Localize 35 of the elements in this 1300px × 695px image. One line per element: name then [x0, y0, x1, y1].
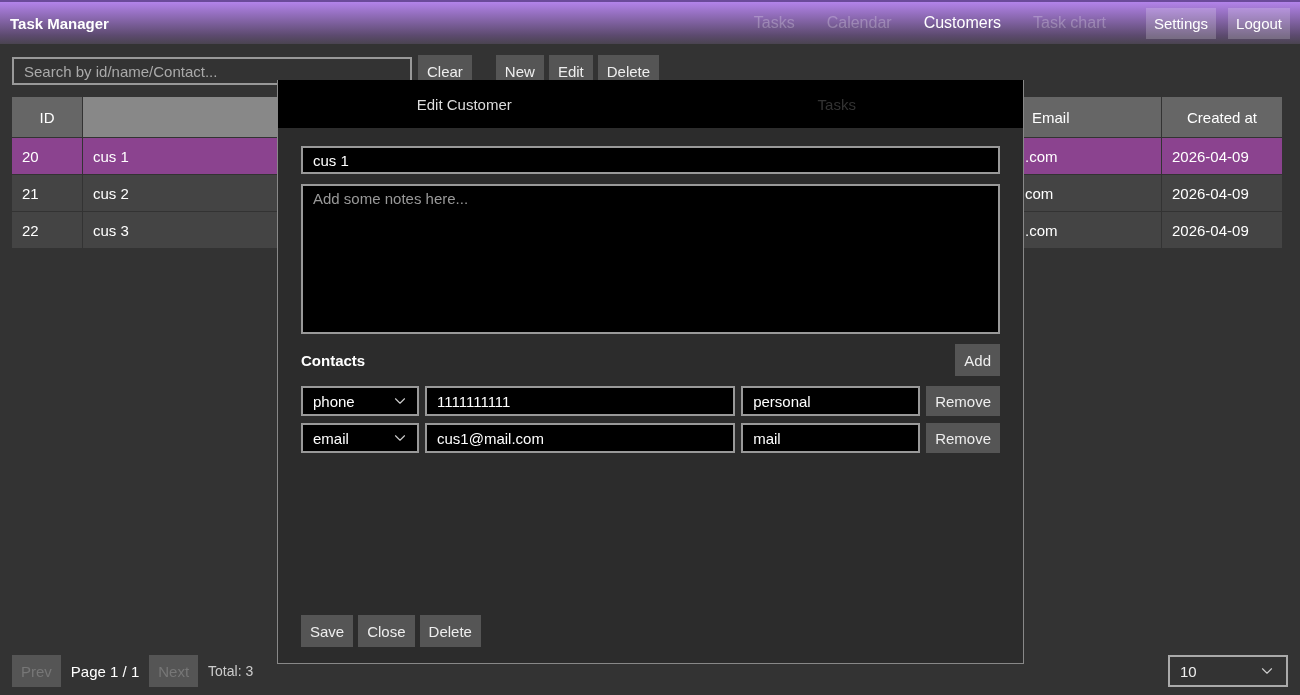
remove-button[interactable]: Remove	[926, 386, 1000, 416]
app-title: Task Manager	[10, 14, 109, 32]
total-count: Total: 3	[208, 663, 254, 679]
dialog-button[interactable]: Close	[358, 615, 415, 647]
contact-value-field[interactable]: 1111111111	[425, 386, 736, 416]
dialog-button[interactable]: Save	[301, 615, 354, 647]
add-button[interactable]: Add	[955, 344, 1000, 376]
remove-button[interactable]: Remove	[926, 423, 1000, 453]
table-cell: .com	[1023, 212, 1161, 248]
table-cell: 20	[12, 138, 82, 174]
column-header: ID	[12, 97, 82, 137]
table-cell: .com	[1023, 138, 1161, 174]
contact-value-field[interactable]: cus1@mail.com	[425, 423, 736, 453]
page-indicator: Page 1 / 1	[70, 662, 140, 680]
table-cell: 2026-04-09	[1162, 175, 1282, 211]
contacts-heading: Contacts	[301, 351, 366, 369]
table-cell: 2026-04-09	[1162, 138, 1282, 174]
contact-label-field[interactable]: mail	[741, 423, 921, 453]
contact-type-select[interactable]: phone	[301, 386, 420, 416]
table-cell: 22	[12, 212, 82, 248]
contact-label-field[interactable]: personal	[741, 386, 921, 416]
nav-link[interactable]: Customers	[923, 14, 1001, 32]
column-header: Email	[1023, 97, 1161, 137]
dialog-button[interactable]: Delete	[419, 615, 481, 647]
table-cell: com	[1023, 175, 1161, 211]
contact-type-select[interactable]: email	[301, 423, 420, 453]
search-field[interactable]: Search by id/name/Contact...	[12, 57, 412, 85]
table-cell: 2026-04-09	[1162, 212, 1282, 248]
page-size-select[interactable]: 10	[1168, 655, 1288, 687]
header-button[interactable]: Logout	[1228, 7, 1290, 39]
header-button[interactable]: Settings	[1145, 7, 1217, 39]
notes-field[interactable]: Add some notes here...	[301, 184, 1000, 334]
column-header: Created at	[1162, 97, 1282, 137]
name-field[interactable]: cus 1	[301, 146, 1000, 174]
table-cell: 21	[12, 175, 82, 211]
